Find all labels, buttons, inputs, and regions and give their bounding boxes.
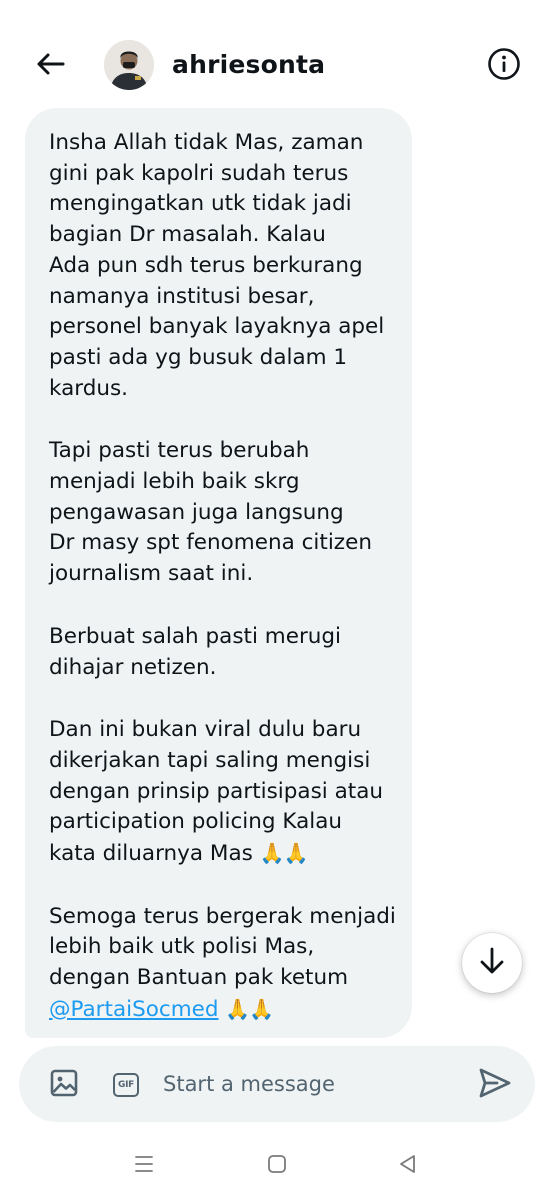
message-paragraph: Semoga terus bergerak menjadi lebih baik… bbox=[49, 902, 398, 1026]
conversation-header: ahriesonta bbox=[0, 0, 554, 120]
home-icon bbox=[266, 1153, 288, 1179]
message-bubble[interactable]: Insha Allah tidak Mas, zaman gini pak ka… bbox=[25, 108, 412, 1038]
folded-hands-emoji: 🙏🙏 bbox=[259, 841, 309, 866]
arrow-down-icon bbox=[479, 947, 505, 979]
mention-link[interactable]: @PartaiSocmed bbox=[49, 997, 219, 1022]
system-back-button[interactable] bbox=[394, 1152, 422, 1180]
gif-icon: GIF bbox=[113, 1073, 139, 1097]
info-icon bbox=[487, 47, 521, 85]
scroll-to-bottom-button[interactable] bbox=[462, 933, 522, 993]
add-image-button[interactable] bbox=[49, 1069, 79, 1101]
send-icon bbox=[478, 1067, 512, 1103]
back-button[interactable] bbox=[30, 46, 70, 86]
send-button[interactable] bbox=[477, 1068, 513, 1102]
message-paragraph-text: Semoga terus bergerak menjadi lebih baik… bbox=[49, 903, 396, 991]
message-input[interactable] bbox=[163, 1064, 463, 1104]
system-navigation-bar bbox=[0, 1132, 554, 1200]
message-paragraph: Berbuat salah pasti merugi dihajar netiz… bbox=[49, 623, 342, 680]
folded-hands-emoji: 🙏🙏 bbox=[225, 996, 274, 1021]
conversation-info-button[interactable] bbox=[486, 48, 522, 84]
arrow-left-icon bbox=[35, 52, 65, 80]
message-composer: GIF bbox=[19, 1046, 535, 1122]
recents-button[interactable] bbox=[130, 1152, 158, 1180]
back-triangle-icon bbox=[397, 1153, 419, 1179]
avatar[interactable] bbox=[104, 40, 154, 90]
message-paragraph: Tapi pasti terus berubah menjadi lebih b… bbox=[49, 438, 372, 587]
message-paragraph: Dan ini bukan viral dulu baru dikerjakan… bbox=[49, 715, 398, 870]
message-paragraph-text: Dan ini bukan viral dulu baru dikerjakan… bbox=[49, 717, 384, 867]
recents-icon bbox=[133, 1153, 155, 1179]
conversation-username[interactable]: ahriesonta bbox=[172, 50, 325, 79]
message-paragraph: Insha Allah tidak Mas, zaman gini pak ka… bbox=[49, 130, 385, 401]
image-icon bbox=[50, 1069, 78, 1101]
add-gif-button[interactable]: GIF bbox=[111, 1070, 141, 1100]
home-button[interactable] bbox=[263, 1152, 291, 1180]
